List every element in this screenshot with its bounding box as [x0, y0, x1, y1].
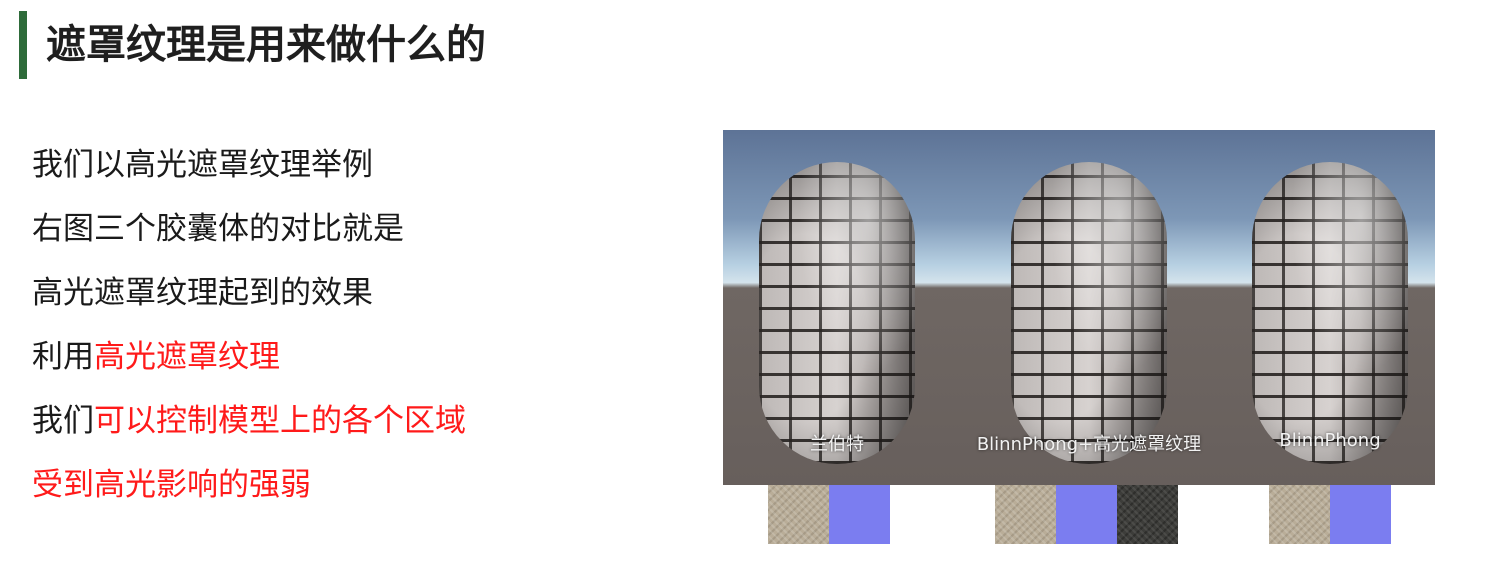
capsule-blinnphong-mask — [1011, 162, 1167, 464]
page-title: 遮罩纹理是用来做什么的 — [46, 22, 486, 68]
specular-mask-swatch — [1117, 485, 1178, 544]
diffuse-texture-swatch — [1269, 485, 1330, 544]
normal-map-swatch — [1056, 485, 1117, 544]
diffuse-texture-swatch — [995, 485, 1056, 544]
text-line-6: 受到高光影响的强弱 — [32, 467, 311, 503]
text-line-5: 我们可以控制模型上的各个区域 — [32, 389, 466, 453]
title-accent-bar — [19, 11, 27, 79]
text-line-4-plain: 利用 — [32, 339, 94, 375]
capsule-lambert — [759, 162, 915, 464]
text-line-1: 我们以高光遮罩纹理举例 — [32, 147, 373, 183]
diffuse-texture-swatch — [768, 485, 829, 544]
capsule-comparison-image: 兰伯特 BlinnPhong+高光遮罩纹理 BlinnPhong — [723, 130, 1435, 485]
text-line-4-highlight: 高光遮罩纹理 — [94, 339, 280, 375]
text-line-3: 高光遮罩纹理起到的效果 — [32, 275, 373, 311]
text-line-5-highlight: 可以控制模型上的各个区域 — [94, 403, 466, 439]
normal-map-swatch — [829, 485, 890, 544]
normal-map-swatch — [1330, 485, 1391, 544]
text-line-2: 右图三个胶囊体的对比就是 — [32, 211, 404, 247]
text-line-5-plain: 我们 — [32, 403, 94, 439]
body-text: 我们以高光遮罩纹理举例 右图三个胶囊体的对比就是 高光遮罩纹理起到的效果 利用高… — [32, 133, 466, 517]
text-line-4: 利用高光遮罩纹理 — [32, 325, 466, 389]
capsule-label-blinnphong-mask: BlinnPhong+高光遮罩纹理 — [976, 434, 1202, 455]
capsule-blinnphong — [1252, 162, 1408, 464]
capsule-label-blinnphong: BlinnPhong — [1279, 430, 1381, 451]
capsule-label-lambert: 兰伯特 — [810, 434, 864, 455]
